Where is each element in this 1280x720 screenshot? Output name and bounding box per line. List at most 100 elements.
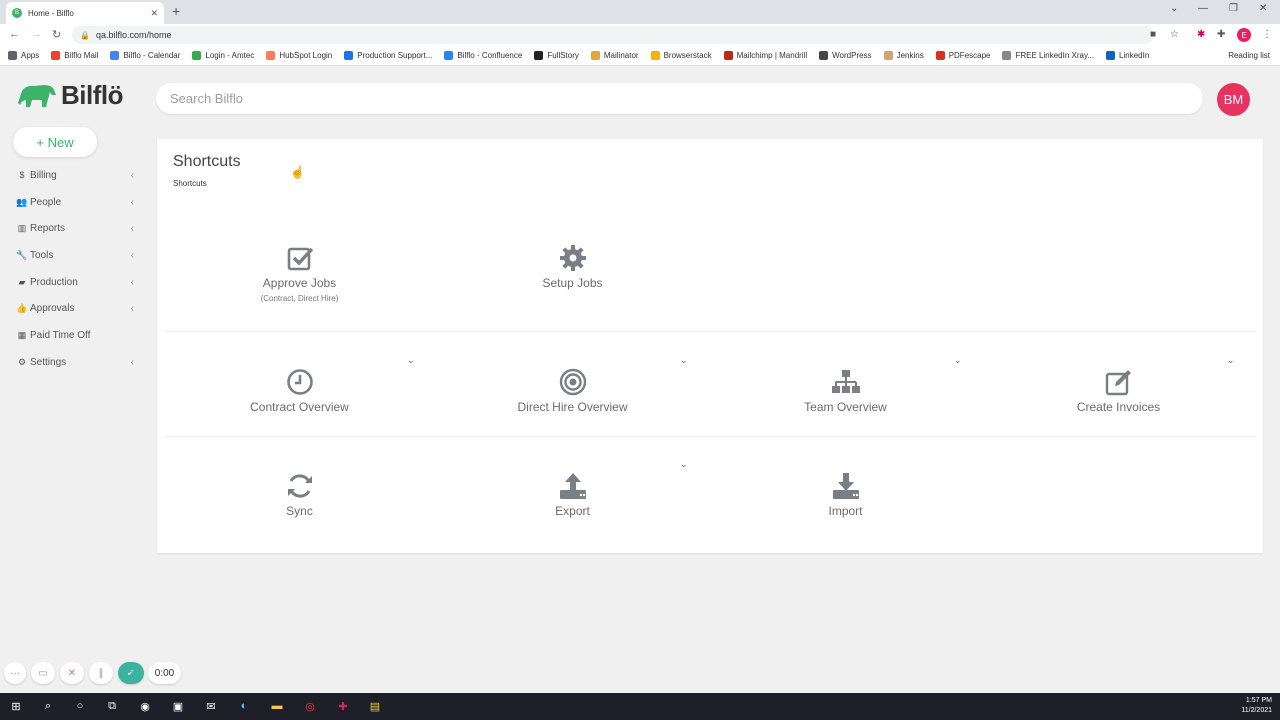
edge-icon[interactable]: ◐	[237, 699, 251, 713]
bookmark-item[interactable]: Mailchimp | Mandrill	[723, 51, 807, 60]
shortcut-import[interactable]: Import	[709, 472, 982, 518]
minimize-button[interactable]: —	[1198, 3, 1208, 14]
bookmark-label: Production Support...	[357, 51, 433, 60]
chevron-left-icon: ‹	[130, 249, 134, 261]
bookmark-item[interactable]: Browserstack	[650, 51, 712, 60]
bookmark-item[interactable]: FREE LinkedIn Xray...	[1002, 51, 1094, 60]
sidebar-item-label: Reports	[30, 223, 66, 235]
bookmark-star-icon[interactable]: ☆	[1170, 29, 1179, 40]
chevron-down-icon[interactable]: ⌄	[680, 459, 688, 470]
browser-tab[interactable]: B Home - Bilflo ✕	[6, 2, 164, 24]
sidebar-item-approvals[interactable]: 👍 Approvals ‹	[0, 295, 140, 322]
mail-icon[interactable]: ✉	[204, 699, 218, 713]
camera-icon[interactable]: ■	[1150, 29, 1156, 40]
shortcut-setup-jobs[interactable]: Setup Jobs	[436, 244, 709, 290]
sidebar-item-people[interactable]: 👥 People ‹	[0, 189, 140, 216]
shortcut-export[interactable]: Export	[436, 472, 709, 518]
recorder-finish-button[interactable]: ✓	[118, 662, 144, 684]
clock-icon	[286, 369, 313, 395]
bookmark-item[interactable]: WordPress	[819, 51, 872, 60]
dell-icon[interactable]: ◉	[138, 699, 152, 713]
new-button[interactable]: + New	[13, 127, 97, 157]
bookmark-item[interactable]: FullStory	[534, 51, 579, 60]
clock-time: 1:57 PM	[1245, 697, 1272, 704]
chevron-down-icon[interactable]: ⌄	[407, 355, 415, 366]
upload-icon	[559, 473, 586, 499]
bookmark-favicon-icon	[650, 51, 660, 60]
url-bar[interactable]: 🔒 qa.bilflo.com/home	[72, 26, 1154, 44]
back-icon[interactable]: ←	[9, 28, 20, 40]
sticky-notes-icon[interactable]: ▤	[368, 699, 382, 713]
shortcut-sync[interactable]: Sync	[163, 472, 436, 518]
bookmark-favicon-icon	[8, 51, 17, 60]
sidebar-item-tools[interactable]: 🔧 Tools ‹	[0, 242, 140, 269]
recorder-cancel-button[interactable]: ✕	[60, 662, 84, 684]
bilflo-logo[interactable]: Bilflö	[16, 80, 124, 111]
shortcut-create-invoices[interactable]: Create Invoices	[982, 368, 1255, 414]
user-avatar[interactable]: BM	[1217, 83, 1250, 116]
extension-icon[interactable]: ✱	[1197, 29, 1205, 40]
windows-start-icon[interactable]: ⊞	[9, 699, 23, 713]
browser-profile-avatar[interactable]: E	[1237, 28, 1251, 42]
bookmark-item[interactable]: Bilflo Mail	[51, 51, 98, 60]
recorder-camera-button[interactable]: ▭	[31, 662, 55, 684]
bookmark-favicon-icon	[935, 51, 945, 60]
address-bar-row: ← → ↻ 🔒 qa.bilflo.com/home ■ ☆ ✱ ✚ ⋮	[0, 24, 1280, 46]
sidebar-item-production[interactable]: ▰ Production ‹	[0, 269, 140, 296]
bookmark-favicon-icon	[444, 51, 454, 60]
shortcut-label: Team Overview	[804, 400, 887, 414]
chevron-down-icon[interactable]: ⌄	[954, 355, 962, 366]
bookmark-favicon-icon	[1106, 51, 1116, 60]
bookmark-item[interactable]: Bilflo - Calendar	[110, 51, 180, 60]
shortcut-label: Import	[828, 504, 863, 518]
chevron-left-icon: ‹	[130, 276, 134, 288]
bookmark-item[interactable]: LinkedIn	[1106, 51, 1149, 60]
bookmark-item[interactable]: Login - Amtec	[192, 51, 254, 60]
bookmark-item[interactable]: PDFescape	[935, 51, 990, 60]
new-tab-button[interactable]: +	[172, 3, 180, 19]
row-divider	[165, 331, 1255, 332]
chevron-down-icon[interactable]: ⌄	[680, 355, 688, 366]
bookmark-item[interactable]: Bilflo - Confluence	[444, 51, 522, 60]
search-icon[interactable]: ⌕	[41, 699, 55, 713]
forward-icon[interactable]: →	[31, 28, 42, 40]
restore-button[interactable]: ❐	[1229, 3, 1238, 14]
sidebar-item-billing[interactable]: $ Billing ‹	[0, 162, 140, 189]
sidebar-item-reports[interactable]: ▥ Reports ‹	[0, 215, 140, 242]
cortana-icon[interactable]: ○	[73, 699, 87, 713]
recorder-pause-button[interactable]: ∥	[89, 662, 113, 684]
recorder-more-button[interactable]: ···	[4, 662, 26, 684]
slack-icon[interactable]: ✚	[336, 699, 350, 713]
file-explorer-icon[interactable]: ▬	[270, 699, 284, 713]
close-tab-icon[interactable]: ✕	[150, 8, 158, 19]
bookmark-item[interactable]: Apps	[8, 51, 39, 60]
chrome-icon[interactable]: ◎	[303, 699, 317, 713]
task-view-icon[interactable]: ⧉	[105, 699, 119, 713]
calendar-icon: ▦	[17, 329, 27, 340]
reading-list-button[interactable]: Reading list	[1228, 51, 1270, 60]
shortcut-direct-hire-overview[interactable]: Direct Hire Overview	[436, 368, 709, 414]
reload-icon[interactable]: ↻	[52, 28, 61, 41]
logo-text: Bilflö	[61, 80, 124, 110]
puzzle-icon[interactable]: ✚	[1217, 29, 1225, 40]
shortcut-contract-overview[interactable]: Contract Overview	[163, 368, 436, 414]
tab-search-icon[interactable]: ⌄	[1170, 3, 1178, 14]
app-root: Bilflö Search Bilflo BM + New $ Billing ‹ 👥…	[0, 66, 1280, 693]
bookmark-item[interactable]: Jenkins	[883, 51, 924, 60]
menu-dots-icon[interactable]: ⋮	[1262, 29, 1272, 40]
bookmark-favicon-icon	[883, 51, 893, 60]
store-icon[interactable]: ▣	[171, 699, 185, 713]
windows-taskbar: ⊞ ⌕ ○ ⧉ ◉ ▣ ✉ ◐ ▬ ◎ ✚ ▤ 1:57 PM 11/2/202…	[0, 693, 1280, 720]
shortcut-team-overview[interactable]: Team Overview	[709, 368, 982, 414]
bookmark-item[interactable]: Production Support...	[344, 51, 432, 60]
sidebar-item-paid-time-off[interactable]: ▦ Paid Time Off	[0, 322, 140, 349]
bookmark-item[interactable]: HubSpot Login	[266, 51, 332, 60]
bookmark-item[interactable]: Mailinator	[590, 51, 639, 60]
shortcut-approve-jobs[interactable]: Approve Jobs (Contract, Direct Hire)	[163, 244, 436, 303]
search-input[interactable]: Search Bilflo	[156, 83, 1203, 114]
clock-date: 11/2/2021	[1241, 707, 1272, 714]
chevron-down-icon[interactable]: ⌄	[1227, 355, 1235, 366]
sidebar-item-settings[interactable]: ⚙ Settings ‹	[0, 349, 140, 376]
sidebar-item-label: Production	[30, 276, 78, 288]
close-window-button[interactable]: ✕	[1259, 3, 1267, 14]
